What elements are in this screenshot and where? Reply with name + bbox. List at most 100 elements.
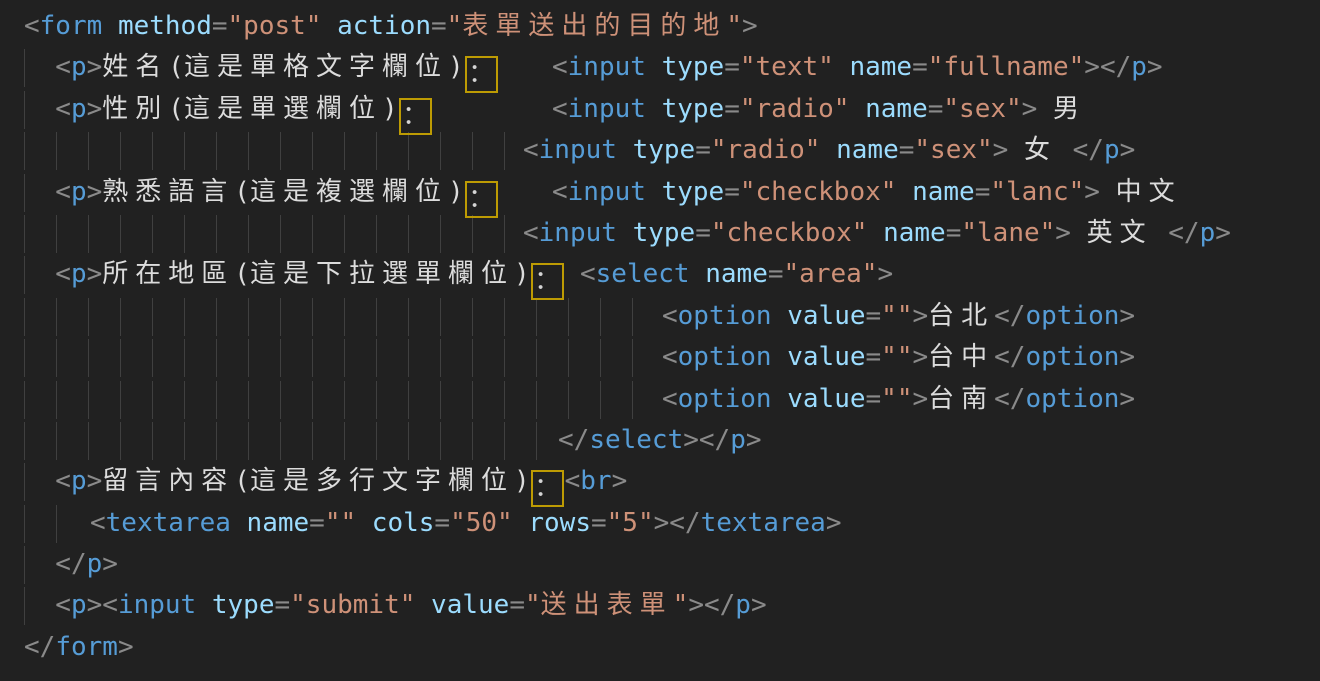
- code-line[interactable]: </p>: [0, 544, 1320, 585]
- code-token: [321, 11, 337, 41]
- code-token: option: [678, 301, 772, 331]
- code-line[interactable]: <input type="checkbox" name="lane"> 英文 <…: [0, 213, 1320, 254]
- indent-guide: [56, 381, 57, 419]
- indent-guide: [216, 298, 217, 336]
- code-token: value: [787, 342, 865, 372]
- code-token: (: [234, 466, 250, 496]
- indent-guide: [280, 339, 281, 377]
- code-token: "checkbox": [711, 218, 868, 248]
- code-line[interactable]: </form>: [0, 627, 1320, 668]
- indent-guide: [120, 381, 121, 419]
- unicode-highlight-box: ：: [465, 56, 498, 93]
- code-line[interactable]: <p>姓名(這是單格文字欄位)：<input type="text" name=…: [0, 47, 1320, 88]
- code-token: </: [558, 425, 589, 455]
- code-line[interactable]: <form method="post" action="表單送出的目的地">: [0, 6, 1320, 47]
- code-token: 這是複選欄位: [250, 177, 448, 207]
- indent-guide: [184, 132, 185, 170]
- code-editor-text-area[interactable]: <form method="post" action="表單送出的目的地"> <…: [0, 0, 1320, 681]
- indent-guide: [568, 381, 569, 419]
- code-token: option: [1025, 301, 1119, 331]
- indent-guide: [312, 132, 313, 170]
- code-token: 姓名: [102, 52, 168, 82]
- code-line[interactable]: <textarea name="" cols="50" rows="5"></t…: [0, 503, 1320, 544]
- indent-guide: [216, 215, 217, 253]
- code-token: 中文: [1116, 177, 1182, 207]
- code-token: (: [168, 52, 184, 82]
- code-token: >: [1119, 301, 1135, 331]
- code-token: 這是下拉選單欄位: [250, 259, 514, 289]
- code-token: </: [704, 590, 735, 620]
- indent-guide: [88, 215, 89, 253]
- code-token: [772, 384, 788, 414]
- code-token: =: [212, 11, 228, 41]
- indent-guide: [248, 215, 249, 253]
- code-line[interactable]: <option value="">台南</option>: [0, 379, 1320, 420]
- code-line[interactable]: <p>留言內容(這是多行文字欄位)：<br>: [0, 461, 1320, 502]
- code-token: "radio": [740, 94, 850, 124]
- code-token: option: [1025, 384, 1119, 414]
- code-token: =: [866, 342, 882, 372]
- code-token: [646, 94, 662, 124]
- code-line[interactable]: <p>性別(這是單選欄位)：<input type="radio" name="…: [0, 89, 1320, 130]
- code-token: [1008, 135, 1024, 165]
- code-token: "lane": [961, 218, 1055, 248]
- code-line[interactable]: <option value="">台北</option>: [0, 296, 1320, 337]
- code-token: <: [102, 590, 118, 620]
- code-token: [849, 94, 865, 124]
- code-token: cols: [372, 508, 435, 538]
- code-token: ": [447, 11, 463, 41]
- indent-guide: [536, 298, 537, 336]
- code-token: [1100, 177, 1116, 207]
- code-token: [1057, 135, 1073, 165]
- code-token: value: [431, 590, 509, 620]
- indent-guide: [152, 422, 153, 460]
- code-token: =: [724, 177, 740, 207]
- indent-guide: [344, 381, 345, 419]
- code-line[interactable]: <p><input type="submit" value="送出表單"></p…: [0, 585, 1320, 626]
- code-token: [415, 590, 431, 620]
- code-token: <: [523, 135, 539, 165]
- code-token: 男: [1053, 94, 1086, 124]
- code-token: "": [325, 508, 356, 538]
- indent-guide: [120, 215, 121, 253]
- code-line[interactable]: <input type="radio" name="sex"> 女 </p>: [0, 130, 1320, 171]
- code-token: name: [865, 94, 928, 124]
- code-token: p: [71, 177, 87, 207]
- code-line[interactable]: </select></p>: [0, 420, 1320, 461]
- indent-guide: [632, 298, 633, 336]
- code-token: action: [337, 11, 431, 41]
- indent-guide: [600, 381, 601, 419]
- code-token: <: [552, 177, 568, 207]
- code-token: >: [877, 259, 893, 289]
- code-token: [617, 218, 633, 248]
- indent-guide: [120, 298, 121, 336]
- code-token: [646, 177, 662, 207]
- code-token: [1037, 94, 1053, 124]
- code-line[interactable]: <p>熟悉語言(這是複選欄位)：<input type="checkbox" n…: [0, 172, 1320, 213]
- code-token: =: [434, 508, 450, 538]
- unicode-highlight-box: ：: [465, 181, 498, 218]
- indent-guide: [152, 132, 153, 170]
- code-token: =: [866, 384, 882, 414]
- indent-guide: [376, 339, 377, 377]
- code-token: >: [87, 52, 103, 82]
- code-token: 所在地區: [102, 259, 234, 289]
- indent-guide: [472, 381, 473, 419]
- code-token: [867, 218, 883, 248]
- indent-guide: [88, 132, 89, 170]
- code-token: [646, 52, 662, 82]
- code-token: select: [589, 425, 683, 455]
- code-token: </: [24, 632, 55, 662]
- code-token: [513, 508, 529, 538]
- code-token: option: [678, 342, 772, 372]
- code-line[interactable]: <option value="">台中</option>: [0, 337, 1320, 378]
- code-token: >: [912, 301, 928, 331]
- code-token: >: [1022, 94, 1038, 124]
- code-token: "": [881, 342, 912, 372]
- code-token: name: [912, 177, 975, 207]
- code-line[interactable]: <p>所在地區(這是下拉選單欄位)：<select name="area">: [0, 254, 1320, 295]
- code-token: ): [382, 94, 398, 124]
- indent-guide: [24, 132, 25, 170]
- code-token: "checkbox": [740, 177, 897, 207]
- code-token: <: [24, 94, 71, 124]
